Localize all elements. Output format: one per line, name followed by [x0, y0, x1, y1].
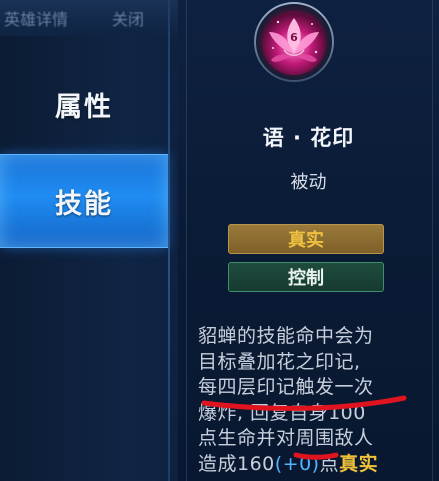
description-line: 貂蝉的技能命中会为: [198, 325, 374, 347]
damage-unit: 点: [319, 452, 340, 475]
top-strip: 英雄详情 关闭: [0, 0, 178, 36]
breadcrumb-right[interactable]: 关闭: [112, 6, 144, 30]
description-line: 每四层印记触发一次: [198, 376, 374, 398]
skill-description: 貂蝉的技能命中会为 目标叠加花之印记, 每四层印记触发一次 爆炸, 回复自身10…: [198, 324, 428, 477]
tag-control: 控制: [228, 262, 384, 292]
description-line: 目标叠加花之印记,: [198, 350, 361, 373]
breadcrumb-left: 英雄详情: [4, 10, 69, 29]
tag-true-damage: 真实: [228, 224, 384, 254]
description-line: 点生命并对周围敌人: [198, 427, 374, 449]
damage-type-keyword: 真实: [339, 452, 379, 475]
skill-detail: 6 语 · 花印 被动 真实 控制 貂蝉的技能命中会为 目标叠加花之印记, 每四…: [178, 0, 439, 481]
skill-type: 被动: [290, 172, 327, 193]
tab-skills[interactable]: 技能: [0, 154, 168, 248]
tab-attributes-label: 属性: [55, 91, 113, 123]
description-line-damage: 造成160(+0)点真实: [198, 452, 428, 478]
tab-skills-label: 技能: [55, 188, 113, 220]
tab-attributes[interactable]: 属性: [0, 60, 168, 148]
skill-panel-screen: 英雄详情 关闭 属性 技能 6 语 · 花印 被动 真实 控制 貂蝉的技能命中会…: [0, 0, 439, 481]
description-line: 爆炸, 回复自身100: [198, 401, 366, 424]
nav-divider: [168, 0, 170, 481]
icon-badge-number: 6: [290, 31, 298, 44]
lotus-seal-icon[interactable]: 6: [254, 2, 334, 82]
damage-scaling: (+0): [274, 452, 320, 475]
damage-base-text: 造成160: [198, 452, 275, 475]
skill-name: 语 · 花印: [262, 126, 355, 150]
left-nav: 英雄详情 关闭 属性 技能: [0, 0, 178, 481]
